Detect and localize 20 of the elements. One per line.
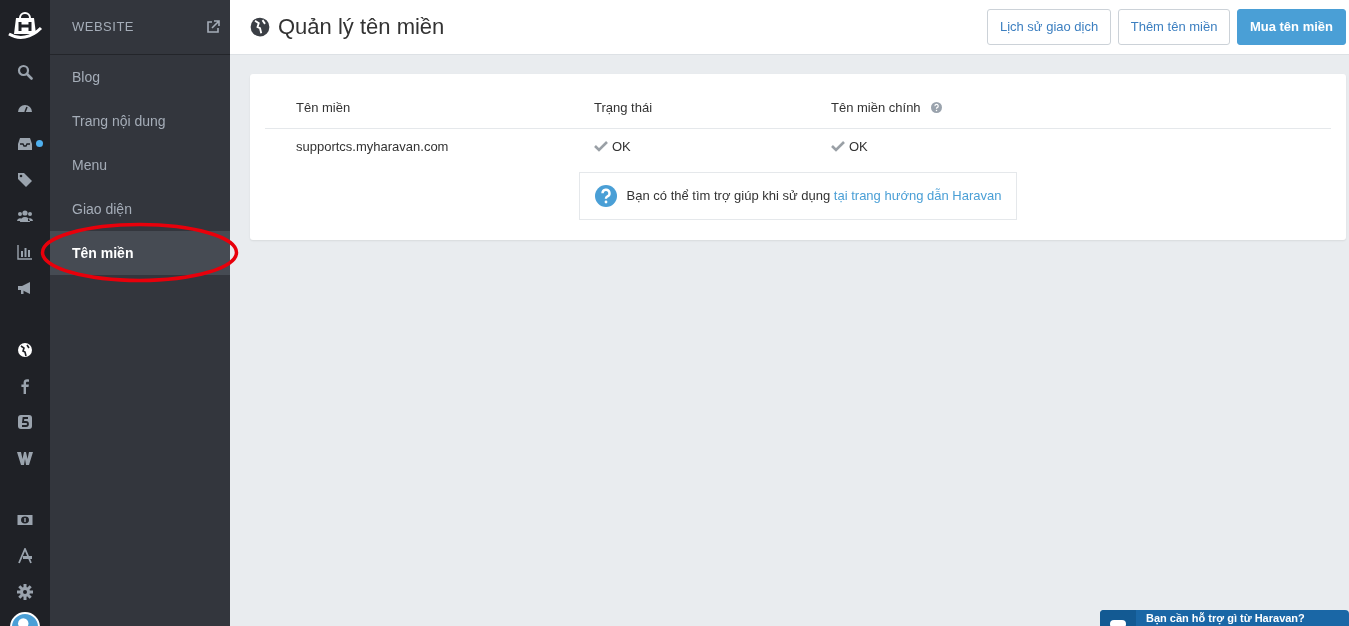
sidebar-item[interactable]: Menu bbox=[50, 143, 230, 187]
sidebar-title: WEBSITE bbox=[72, 18, 134, 37]
guide-link[interactable]: tại trang hướng dẫn Haravan bbox=[833, 188, 1002, 204]
column-header: Tên miền chính bbox=[831, 99, 921, 117]
buy-domain-button[interactable]: Mua tên miền bbox=[1236, 9, 1346, 45]
status-text: OK bbox=[612, 137, 631, 156]
domain-name: supportcs.myharavan.com bbox=[296, 137, 449, 156]
help-text: Bạn có thể tìm trợ giúp khi sử dụng tại trang hướng dẫn Haravan bbox=[626, 187, 1002, 206]
status-text: OK bbox=[849, 137, 868, 156]
chat-label: Bạn cần hỗ trợ gì từ Haravan? bbox=[1145, 610, 1305, 626]
column-header: Trạng thái bbox=[594, 99, 653, 117]
sidebar-item[interactable]: Blog bbox=[50, 55, 230, 99]
column-header: Tên miền bbox=[296, 99, 351, 117]
sidebar-item[interactable]: Giao diện bbox=[50, 187, 230, 231]
page-title: Quản lý tên miền bbox=[278, 13, 445, 41]
sidebar-item[interactable]: Trang nội dung bbox=[50, 99, 230, 143]
chat-widget[interactable]: Bạn cần hỗ trợ gì từ Haravan? bbox=[1100, 610, 1349, 626]
sidebar-item[interactable]: Tên miền bbox=[50, 231, 230, 275]
header-button[interactable]: Lịch sử giao dịch bbox=[986, 9, 1112, 45]
header-button[interactable]: Thêm tên miền bbox=[1117, 9, 1231, 45]
